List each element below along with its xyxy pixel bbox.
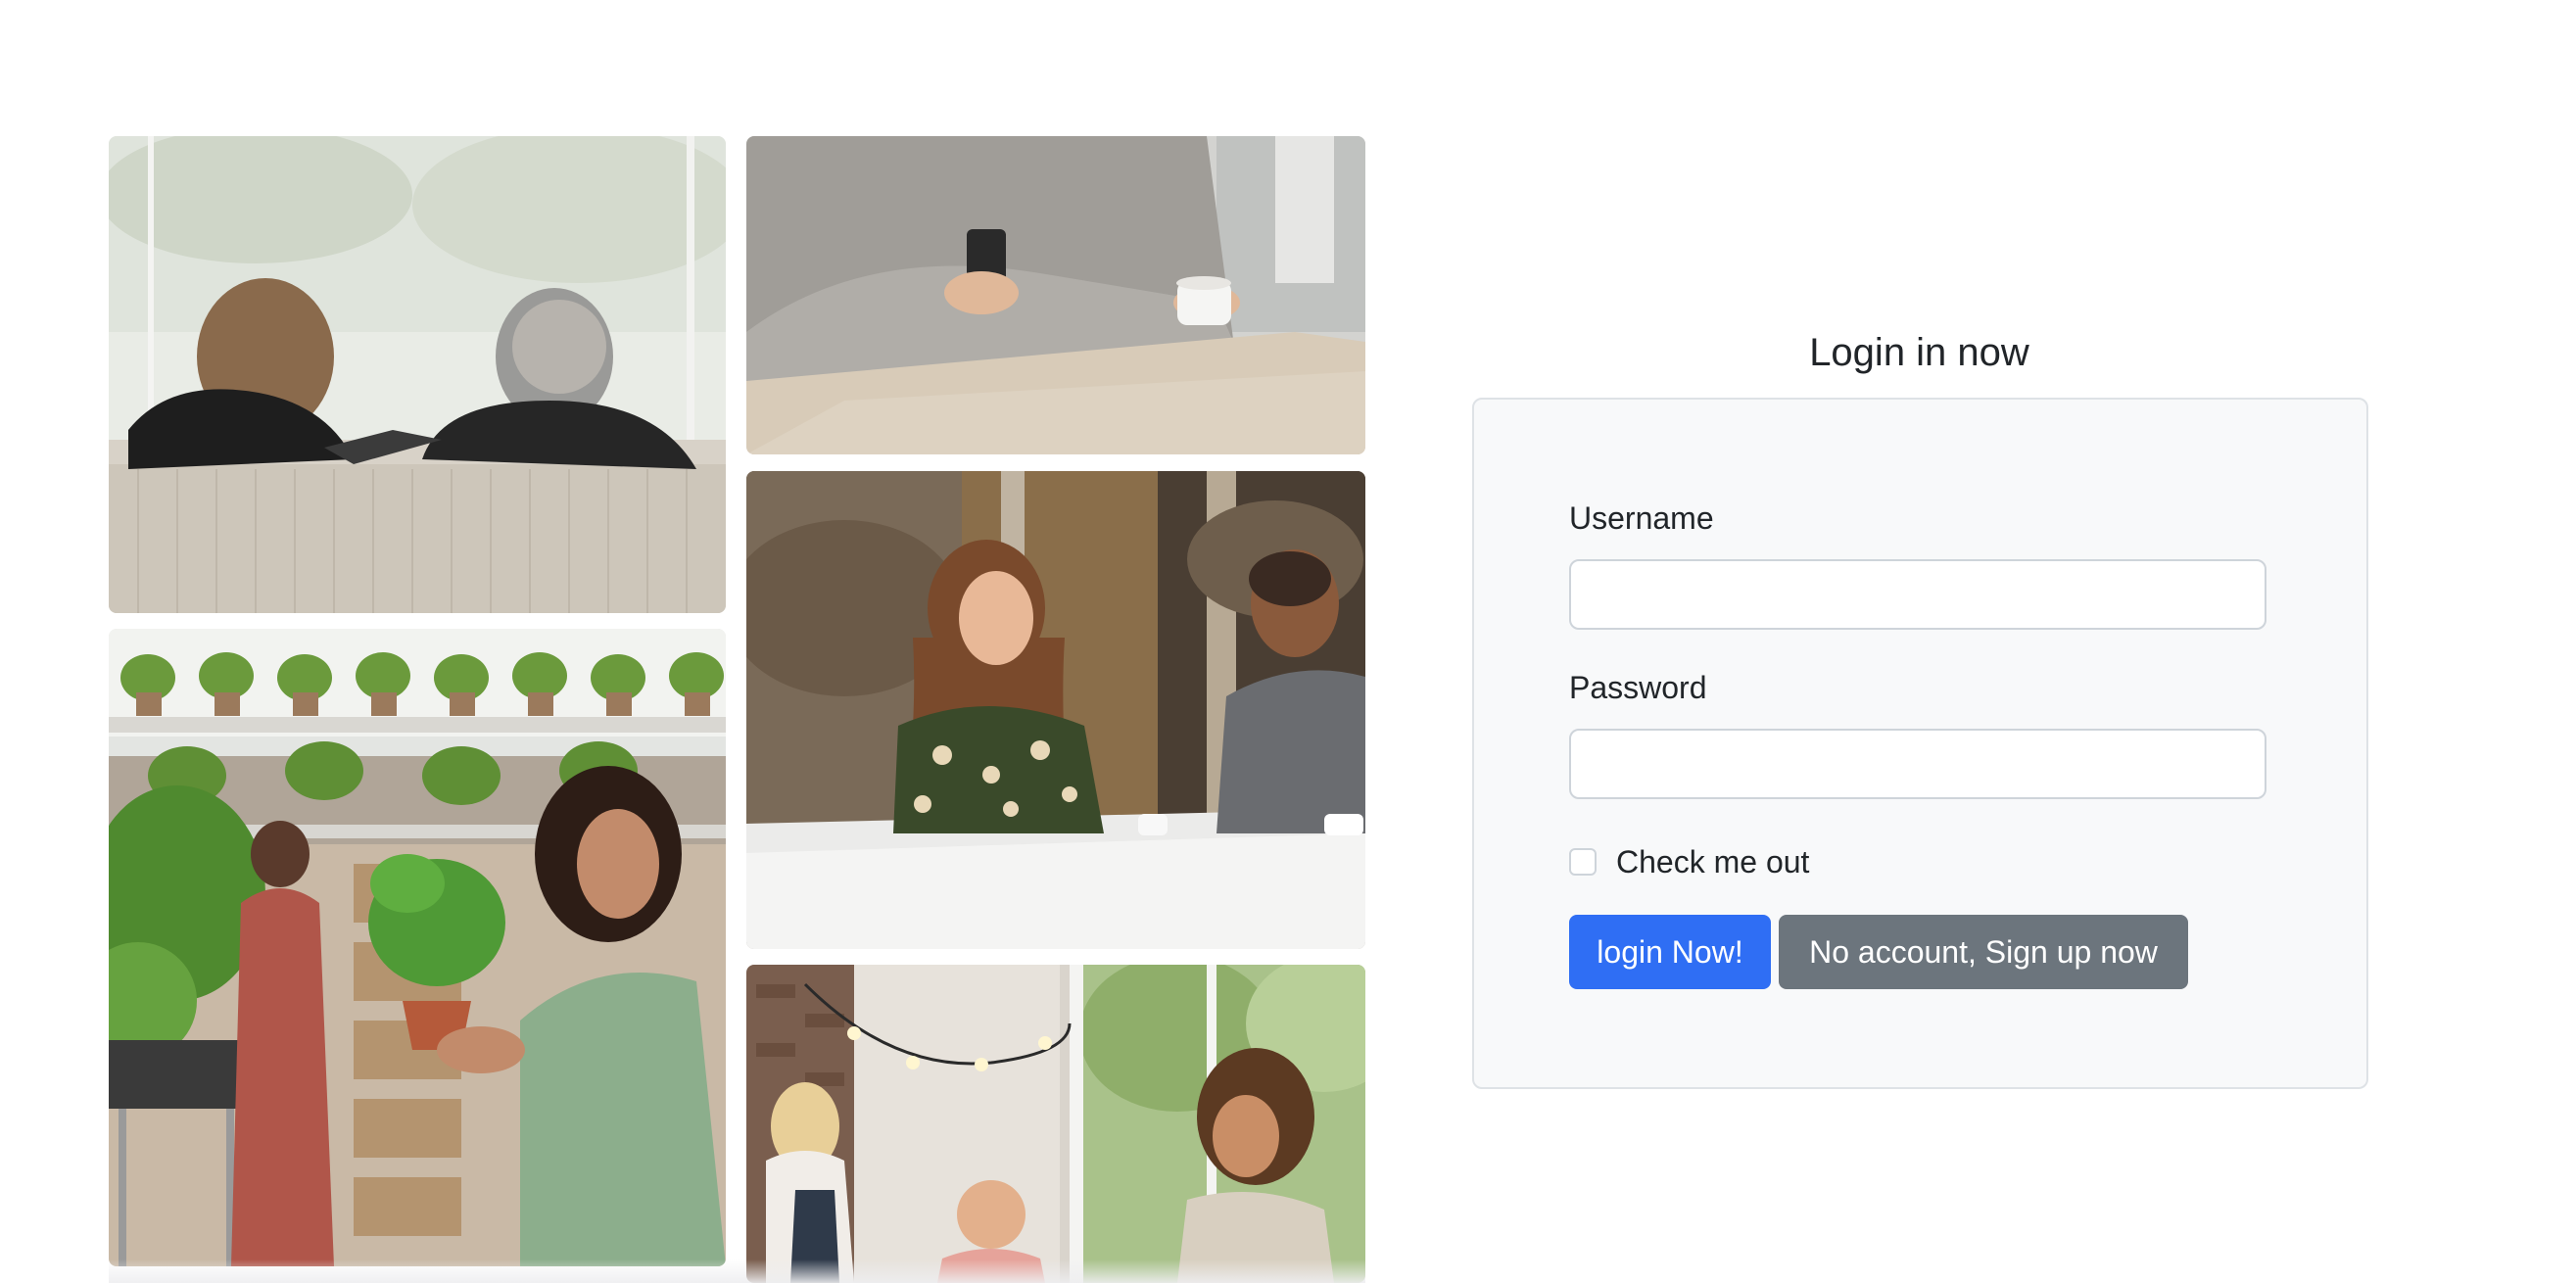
username-input[interactable]	[1569, 559, 2266, 630]
photo-two-people-chatting	[746, 471, 1365, 949]
login-form-card: Username Password Check me out login Now…	[1472, 398, 2368, 1089]
login-page: Login in now Username Password Check me …	[0, 0, 2576, 1283]
signup-button[interactable]: No account, Sign up now	[1779, 915, 2188, 989]
photo-gallery	[109, 136, 1365, 1283]
photo-woman-holding-plant	[109, 629, 726, 1266]
remember-checkbox-row[interactable]: Check me out	[1569, 842, 1809, 881]
password-input[interactable]	[1569, 729, 2266, 799]
username-label: Username	[1569, 500, 1714, 536]
photo-person-with-phone	[746, 136, 1365, 454]
photo-couple-on-sofa	[109, 136, 726, 613]
check-me-out-checkbox[interactable]	[1569, 848, 1597, 876]
login-title: Login in now	[1809, 331, 2029, 374]
login-button[interactable]: login Now!	[1569, 915, 1771, 989]
photo-people-hanging-lights	[746, 965, 1365, 1283]
check-me-out-label: Check me out	[1616, 843, 1810, 879]
password-label: Password	[1569, 670, 1707, 705]
